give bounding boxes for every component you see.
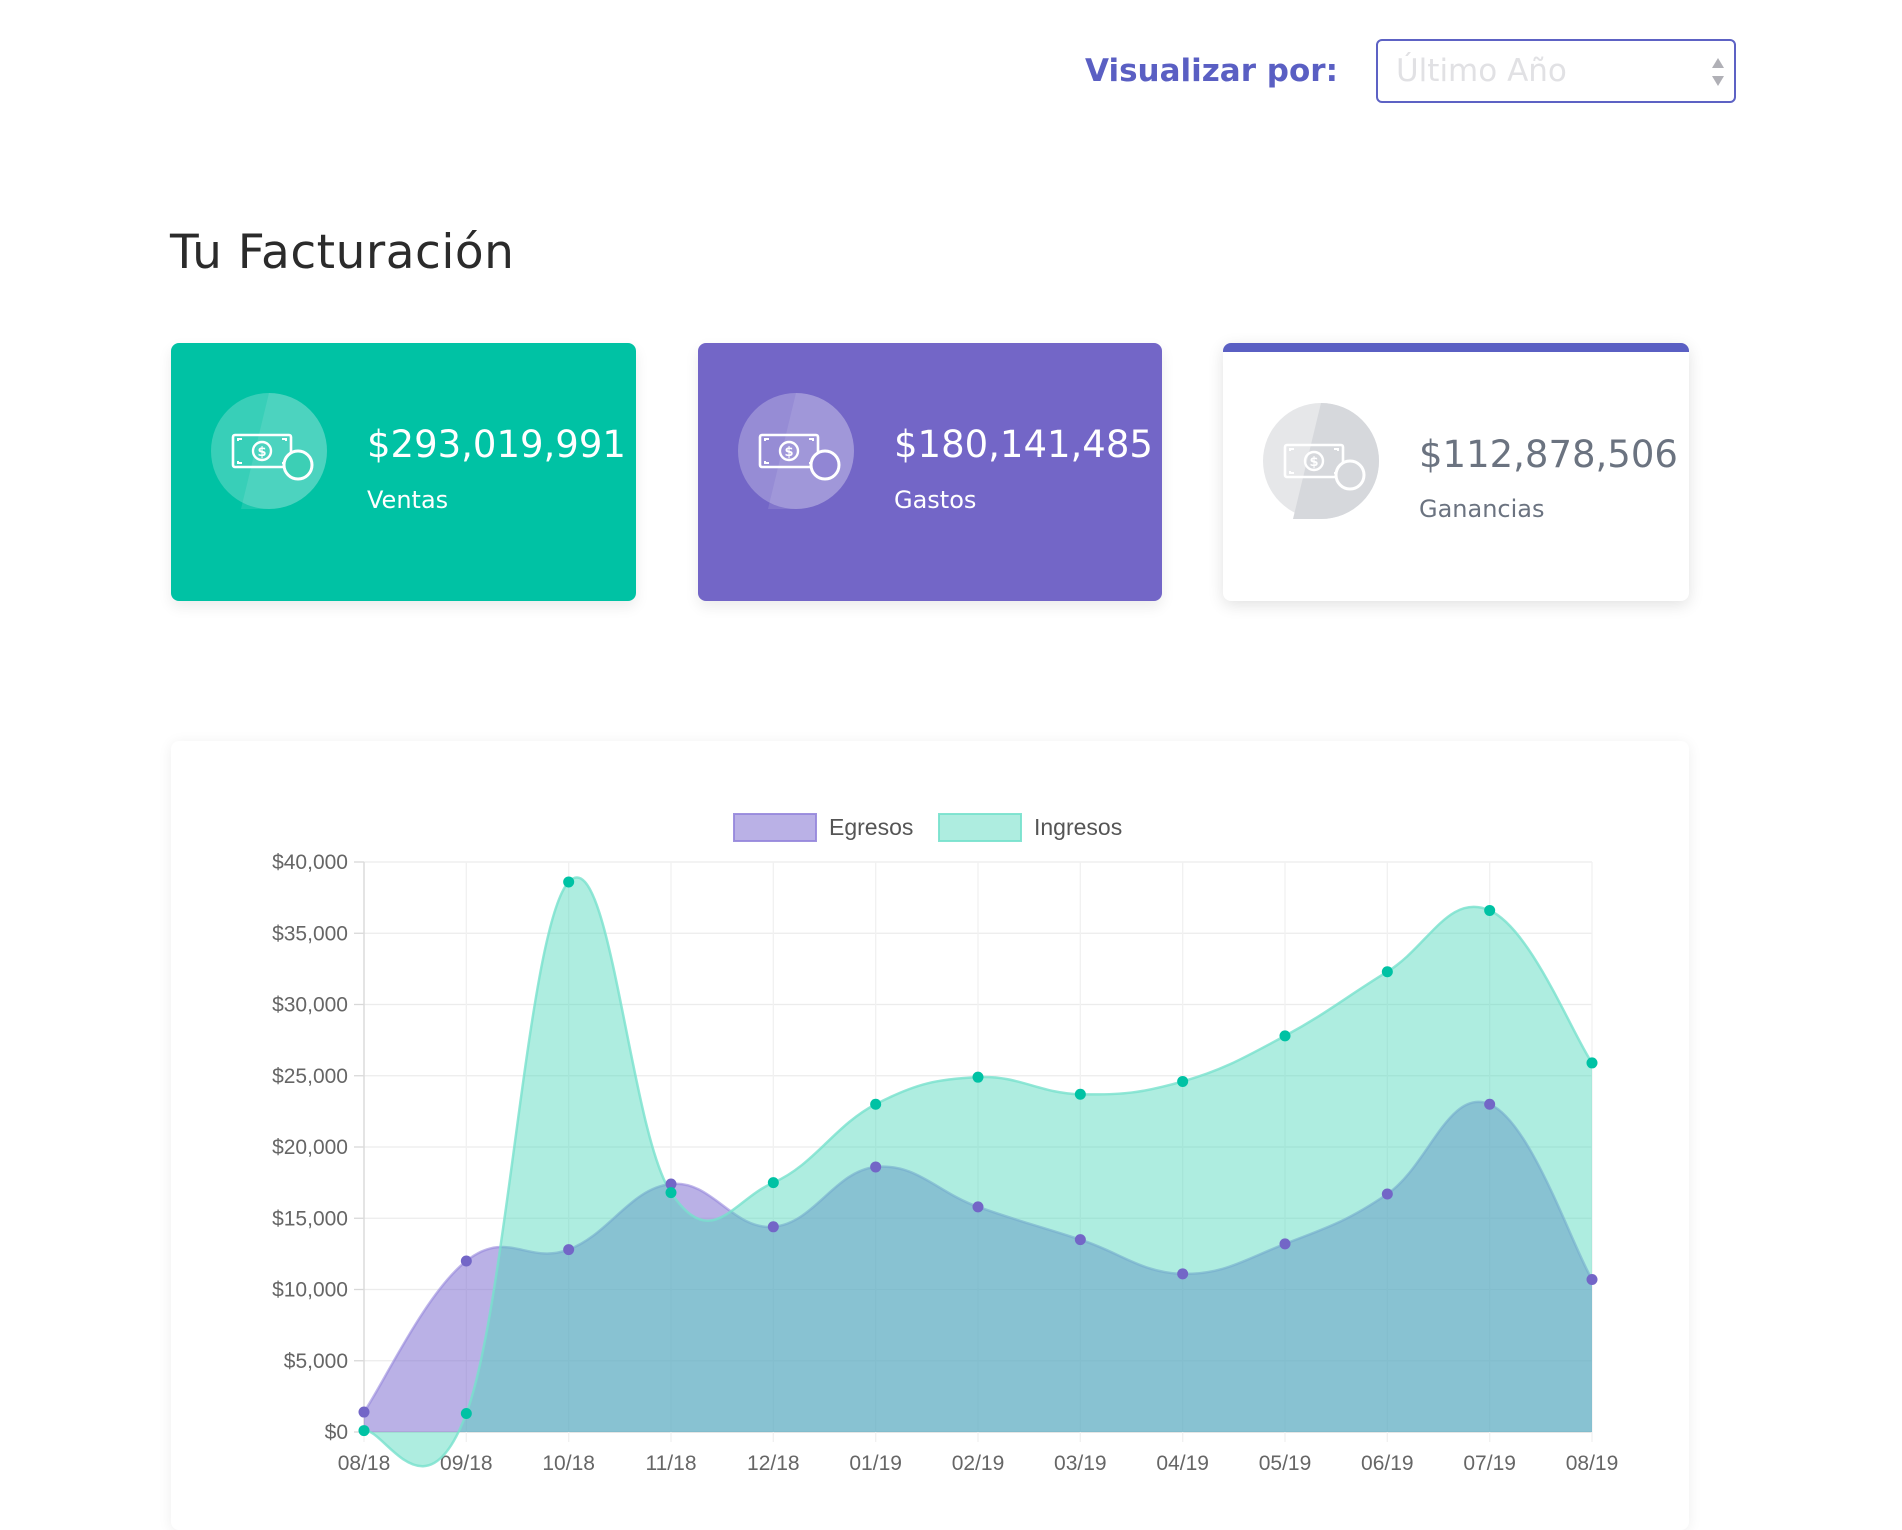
data-point-ingresos	[665, 1187, 677, 1199]
data-point-egresos	[1586, 1274, 1598, 1286]
data-point-ingresos	[460, 1407, 472, 1419]
legend-swatch-egresos	[733, 813, 817, 842]
x-tick-label: 06/19	[1361, 1452, 1414, 1475]
legend-swatch-ingresos	[938, 813, 1022, 842]
profit-label: Ganancias	[1419, 495, 1545, 523]
data-point-egresos	[1381, 1188, 1393, 1200]
money-icon: $	[1263, 403, 1379, 519]
x-tick-label: 07/19	[1463, 1452, 1516, 1475]
data-point-ingresos	[358, 1425, 370, 1437]
data-point-ingresos	[870, 1098, 882, 1110]
legend-label-ingresos: Ingresos	[1034, 814, 1122, 840]
select-arrows-icon	[1711, 57, 1724, 86]
svg-text:$: $	[257, 445, 266, 460]
y-tick-label: $20,000	[272, 1136, 348, 1159]
data-point-ingresos	[972, 1071, 984, 1083]
data-point-egresos	[460, 1255, 472, 1267]
x-tick-label: 02/19	[952, 1452, 1005, 1475]
sales-label: Ventas	[367, 486, 449, 514]
y-tick-label: $25,000	[272, 1065, 348, 1088]
sales-card: $ $293,019,991 Ventas	[171, 343, 636, 601]
x-tick-label: 08/18	[338, 1452, 391, 1475]
x-tick-label: 11/18	[646, 1452, 697, 1475]
x-tick-label: 04/19	[1156, 1452, 1209, 1475]
filter-label: Visualizar por:	[1085, 52, 1338, 89]
svg-text:$: $	[784, 445, 793, 460]
period-select-value: Último Año	[1395, 52, 1567, 89]
svg-text:$: $	[1309, 455, 1318, 470]
filter-row: Visualizar por: Último Año	[1085, 37, 1736, 104]
profit-card: $ $112,878,506 Ganancias	[1223, 343, 1689, 601]
data-point-egresos	[767, 1221, 779, 1233]
period-select[interactable]: Último Año	[1375, 38, 1736, 103]
data-point-ingresos	[563, 876, 575, 888]
data-point-egresos	[358, 1406, 370, 1418]
x-tick-label: 03/19	[1054, 1452, 1107, 1475]
money-icon: $	[738, 393, 854, 509]
data-point-egresos	[1177, 1268, 1189, 1280]
x-tick-label: 05/19	[1259, 1452, 1312, 1475]
x-tick-label: 09/18	[440, 1452, 493, 1475]
y-tick-label: $30,000	[272, 994, 348, 1017]
sales-value: $293,019,991	[367, 423, 626, 466]
card-top-accent	[1223, 343, 1689, 352]
y-tick-label: $15,000	[272, 1207, 348, 1230]
profit-value: $112,878,506	[1419, 433, 1678, 476]
y-tick-label: $35,000	[272, 922, 348, 945]
y-tick-label: $5,000	[284, 1350, 348, 1373]
data-point-egresos	[1484, 1098, 1496, 1110]
x-tick-label: 12/18	[747, 1452, 800, 1475]
data-point-egresos	[1279, 1238, 1291, 1250]
legend-label-egresos: Egresos	[829, 814, 913, 840]
y-tick-label: $40,000	[272, 851, 348, 874]
billing-area-chart: $0 $5,000 $10,000 $15,000 $20,000 $25,000 $30,…	[272, 813, 1619, 1475]
data-point-ingresos	[1177, 1075, 1189, 1087]
expenses-card: $ $180,141,485 Gastos	[698, 343, 1162, 601]
y-tick-label: $10,000	[272, 1279, 348, 1302]
expenses-value: $180,141,485	[894, 423, 1153, 466]
chart-panel: $0 $5,000 $10,000 $15,000 $20,000 $25,000 $30,…	[171, 741, 1689, 1530]
y-tick-label: $0	[325, 1421, 348, 1444]
x-tick-label: 01/19	[849, 1452, 902, 1475]
x-tick-label: 08/19	[1566, 1452, 1619, 1475]
data-point-ingresos	[1074, 1088, 1086, 1100]
expenses-label: Gastos	[894, 486, 977, 514]
data-point-ingresos	[1381, 966, 1393, 978]
data-point-ingresos	[1586, 1057, 1598, 1069]
data-point-egresos	[870, 1161, 882, 1173]
data-point-egresos	[563, 1244, 575, 1256]
page-title: Tu Facturación	[170, 225, 515, 280]
data-point-ingresos	[767, 1177, 779, 1189]
data-point-egresos	[972, 1201, 984, 1213]
data-point-egresos	[1074, 1234, 1086, 1246]
x-tick-label: 10/18	[542, 1452, 595, 1475]
data-point-ingresos	[1484, 904, 1496, 916]
data-point-ingresos	[1279, 1030, 1291, 1042]
money-icon: $	[211, 393, 327, 509]
